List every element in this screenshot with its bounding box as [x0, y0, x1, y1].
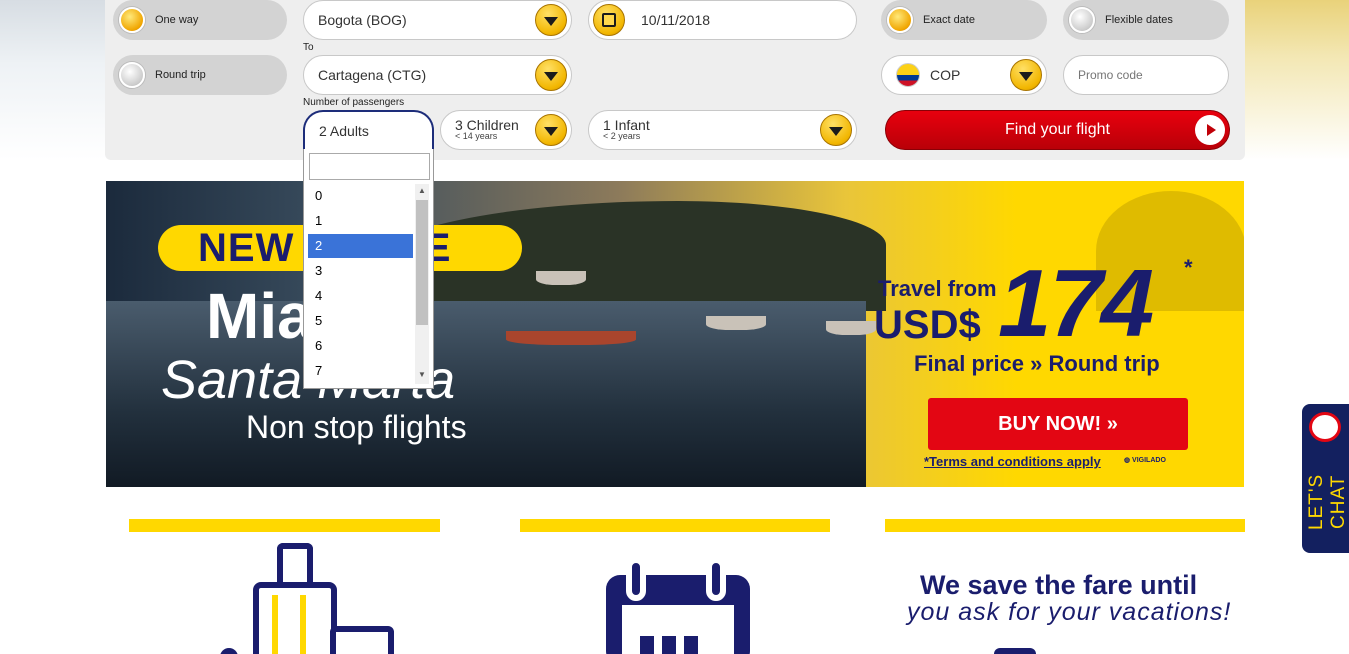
one-way-label: One way	[155, 14, 199, 26]
exact-date-option[interactable]: Exact date	[881, 0, 1047, 40]
origin-select[interactable]: Bogota (BOG)	[303, 0, 572, 40]
infant-value-group: 1 Infant < 2 years	[589, 118, 820, 141]
round-trip-option[interactable]: Round trip	[113, 55, 287, 95]
chat-label: LET'S CHAT	[1306, 473, 1349, 531]
chevron-down-icon[interactable]	[1010, 59, 1042, 91]
chevron-down-icon[interactable]	[535, 4, 567, 36]
piggy-bank-icon	[994, 648, 1036, 654]
terms-link[interactable]: *Terms and conditions apply	[924, 454, 1101, 469]
save-fare-subheading: you ask for your vacations!	[907, 598, 1232, 626]
destination-select[interactable]: Cartagena (CTG)	[303, 55, 572, 95]
dropdown-option[interactable]: 2	[308, 234, 413, 258]
currency-value: COP	[930, 67, 961, 83]
dropdown-option[interactable]: 1	[308, 209, 413, 233]
promo-banner[interactable]: NEW ROUTE Miami Santa Marta Non stop fli…	[106, 181, 1244, 487]
one-way-radio-icon[interactable]	[119, 7, 145, 33]
scroll-down-icon[interactable]: ▼	[418, 370, 426, 379]
buy-now-button[interactable]: BUY NOW! »	[928, 398, 1188, 450]
adults-select[interactable]: 2 Adults	[303, 110, 434, 150]
dropdown-option[interactable]: 4	[308, 284, 413, 308]
dropdown-scrollbar[interactable]: ▲ ▼	[415, 184, 429, 384]
scroll-up-icon[interactable]: ▲	[418, 186, 426, 195]
dropdown-option[interactable]: 5	[308, 309, 413, 333]
infant-select[interactable]: 1 Infant < 2 years	[588, 110, 857, 150]
destination-value: Cartagena (CTG)	[318, 67, 427, 83]
children-value-group: 3 Children < 14 years	[441, 118, 535, 141]
page: One way Round trip Bogota (BOG) To Carta…	[0, 0, 1349, 654]
dropdown-search-input[interactable]	[309, 153, 430, 180]
price-asterisk: *	[1184, 255, 1193, 280]
exact-date-label: Exact date	[923, 14, 975, 26]
background-right	[1244, 0, 1349, 160]
colombia-flag-icon	[896, 63, 920, 87]
feature-bar-save	[885, 519, 1245, 532]
promo-code-input[interactable]	[1063, 55, 1229, 95]
children-age-note: < 14 years	[455, 131, 498, 141]
background-left	[0, 0, 110, 160]
price-currency: USD$	[874, 303, 981, 347]
exact-date-radio-icon[interactable]	[887, 7, 913, 33]
final-price-note: Final price » Round trip	[914, 351, 1160, 376]
round-trip-label: Round trip	[155, 69, 206, 81]
play-arrow-icon	[1195, 115, 1225, 145]
passengers-label: Number of passengers	[303, 97, 405, 108]
chat-widget[interactable]: LET'S CHAT	[1302, 404, 1349, 553]
save-fare-heading: We save the fare until	[920, 570, 1198, 600]
banner-subtitle: Non stop flights	[246, 409, 467, 445]
dropdown-option[interactable]: 3	[308, 259, 413, 283]
flexible-dates-label: Flexible dates	[1105, 14, 1173, 26]
dropdown-option[interactable]: 7	[308, 359, 413, 383]
adults-dropdown-list: 01234567 ▲ ▼	[303, 149, 434, 389]
calendar-icon[interactable]	[593, 4, 625, 36]
dropdown-option[interactable]: 6	[308, 334, 413, 358]
feature-bar-calendar	[520, 519, 830, 532]
chevron-down-icon[interactable]	[535, 114, 567, 146]
infant-age-note: < 2 years	[603, 131, 641, 141]
round-trip-radio-icon[interactable]	[119, 62, 145, 88]
price-value: 174	[998, 250, 1154, 357]
find-flight-button[interactable]: Find your flight	[885, 110, 1230, 150]
chevron-down-icon[interactable]	[820, 114, 852, 146]
scrollbar-thumb[interactable]	[416, 200, 428, 325]
adults-value: 2 Adults	[319, 123, 369, 139]
boat-image	[536, 271, 586, 285]
find-flight-label: Find your flight	[1005, 121, 1110, 138]
supertransporte-logo: ◍ VIGILADO	[1124, 457, 1166, 464]
boat-image	[826, 321, 876, 335]
dropdown-option[interactable]: 0	[308, 184, 413, 208]
flexible-dates-option[interactable]: Flexible dates	[1063, 0, 1229, 40]
feature-bar-luggage	[129, 519, 440, 532]
children-select[interactable]: 3 Children < 14 years	[440, 110, 572, 150]
currency-select[interactable]: COP	[881, 55, 1047, 95]
boat-image	[506, 331, 636, 345]
flexible-dates-radio-icon[interactable]	[1069, 7, 1095, 33]
to-label: To	[303, 42, 314, 53]
origin-value: Bogota (BOG)	[318, 12, 407, 28]
boat-image	[706, 316, 766, 330]
chat-bubble-icon	[1309, 412, 1341, 442]
one-way-option[interactable]: One way	[113, 0, 287, 40]
departure-date-field[interactable]: 10/11/2018	[588, 0, 857, 40]
chevron-down-icon[interactable]	[535, 59, 567, 91]
departure-date-value: 10/11/2018	[641, 12, 711, 28]
travel-from-label: Travel from	[878, 276, 997, 301]
